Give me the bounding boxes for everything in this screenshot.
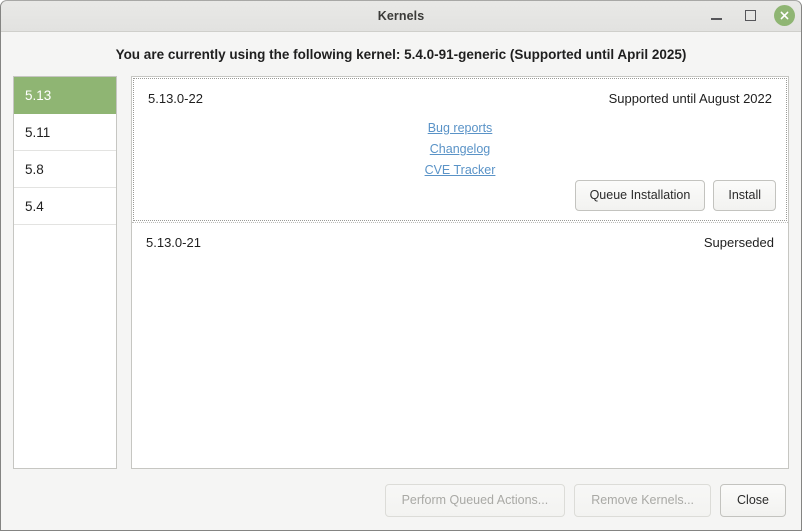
sidebar-item-label: 5.13 <box>25 87 52 103</box>
kernel-row-header: 5.13.0-21 Superseded <box>132 223 788 261</box>
body-area: 5.13 5.11 5.8 5.4 5.13.0-22 Supported un… <box>1 76 801 474</box>
maximize-button[interactable] <box>739 5 761 27</box>
cve-tracker-link[interactable]: CVE Tracker <box>425 161 496 180</box>
close-button[interactable] <box>773 5 795 27</box>
minimize-icon <box>710 18 722 20</box>
remove-kernels-button[interactable]: Remove Kernels... <box>574 483 712 517</box>
kernels-window: Kernels You are currently using the foll… <box>0 0 802 531</box>
install-button[interactable]: Install <box>713 180 776 211</box>
kernel-version: 5.13.0-22 <box>148 90 203 106</box>
sidebar-item-label: 5.4 <box>25 198 44 214</box>
kernel-version: 5.13.0-21 <box>146 234 201 250</box>
kernel-status: Supported until August 2022 <box>608 90 772 106</box>
titlebar: Kernels <box>1 0 801 32</box>
maximize-icon <box>744 10 756 21</box>
sidebar-item-label: 5.11 <box>25 124 51 140</box>
window-title: Kernels <box>377 8 425 23</box>
kernel-row[interactable]: 5.13.0-21 Superseded <box>132 222 788 262</box>
bug-reports-link[interactable]: Bug reports <box>428 119 493 138</box>
kernel-row[interactable]: 5.13.0-22 Supported until August 2022 Bu… <box>133 78 787 221</box>
sidebar-item-5-4[interactable]: 5.4 <box>14 188 116 225</box>
kernel-row-header: 5.13.0-22 Supported until August 2022 <box>134 79 786 117</box>
footer-actions: Perform Queued Actions... Remove Kernels… <box>1 474 801 530</box>
sidebar-item-label: 5.8 <box>25 161 44 177</box>
kernel-links: Bug reports Changelog CVE Tracker <box>134 119 786 180</box>
sidebar-item-5-13[interactable]: 5.13 <box>14 77 116 114</box>
queue-installation-button[interactable]: Queue Installation <box>574 180 706 211</box>
kernel-status: Superseded <box>703 234 774 250</box>
minimize-button[interactable] <box>705 5 727 27</box>
close-dialog-button[interactable]: Close <box>720 483 786 517</box>
kernel-series-sidebar: 5.13 5.11 5.8 5.4 <box>13 76 117 469</box>
changelog-link[interactable]: Changelog <box>430 140 490 159</box>
close-icon <box>773 5 795 26</box>
heading-area: You are currently using the following ke… <box>1 32 801 76</box>
kernel-row-actions: Queue Installation Install <box>574 180 776 211</box>
current-kernel-heading: You are currently using the following ke… <box>115 46 687 62</box>
perform-queued-actions-button[interactable]: Perform Queued Actions... <box>384 483 566 517</box>
kernel-list-panel: 5.13.0-22 Supported until August 2022 Bu… <box>131 76 789 469</box>
sidebar-item-5-11[interactable]: 5.11 <box>14 114 116 151</box>
window-controls <box>705 0 795 31</box>
sidebar-item-5-8[interactable]: 5.8 <box>14 151 116 188</box>
